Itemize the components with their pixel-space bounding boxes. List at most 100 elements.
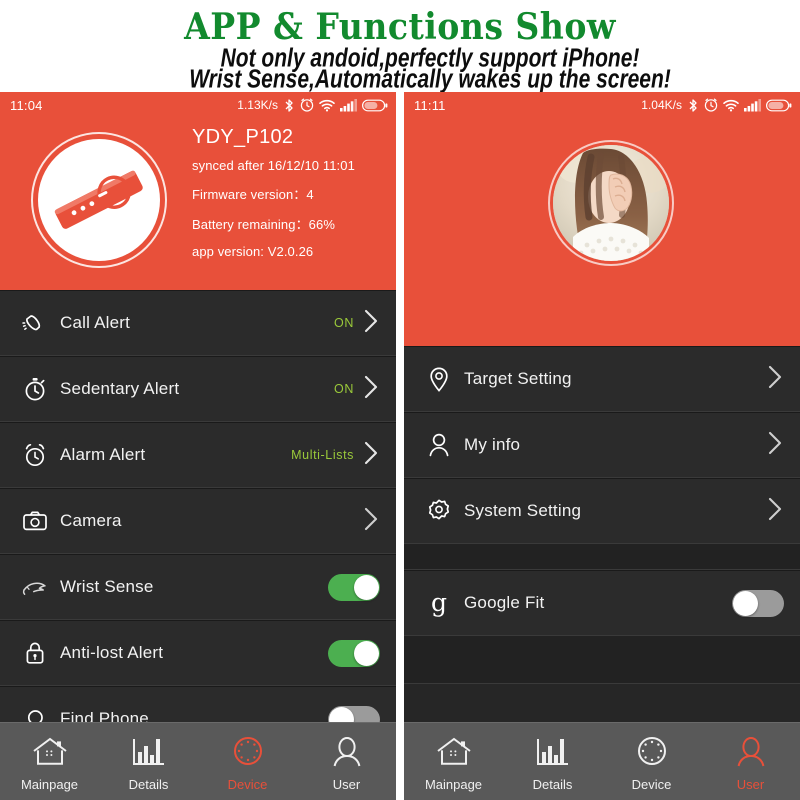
signal-icon (340, 98, 357, 112)
location-pin-icon (418, 366, 460, 393)
lock-icon (14, 640, 56, 666)
list-item-label: Anti-lost Alert (60, 643, 164, 662)
chart-icon (130, 736, 168, 772)
home-icon (434, 736, 474, 772)
list-bottom-gap (404, 636, 800, 684)
wrist-sense-toggle[interactable] (328, 573, 380, 601)
wristband-icon (31, 132, 167, 268)
screenshot-root: APP & Functions Show Not only andoid,per… (0, 0, 800, 800)
chevron-right-icon (363, 440, 380, 471)
list-item-label: My info (464, 435, 521, 454)
list-item-call-alert[interactable]: Call Alert ON (0, 290, 396, 356)
nav-item-label: Details (128, 776, 169, 792)
right-settings-list: Target Setting My info System Setting g … (404, 346, 800, 684)
user-icon (734, 736, 768, 772)
alarm-icon (300, 98, 314, 112)
nav-item-device[interactable]: Device (198, 723, 297, 800)
list-item-value: ON (334, 382, 354, 396)
chevron-right-icon (363, 308, 380, 339)
nav-item-details[interactable]: Details (99, 723, 198, 800)
google-fit-toggle[interactable] (732, 589, 784, 617)
status-time: 11:04 (10, 97, 43, 113)
list-item-google-fit[interactable]: g Google Fit (404, 570, 800, 636)
bluetooth-icon (688, 98, 699, 113)
list-item-wrist-sense[interactable]: Wrist Sense (0, 554, 396, 620)
status-data-rate: 1.13K/s (237, 98, 278, 112)
list-item-label: Sedentary Alert (60, 379, 180, 398)
list-item-label: Google Fit (464, 593, 545, 612)
user-icon (330, 736, 364, 772)
battery-icon (362, 99, 388, 112)
nav-item-device[interactable]: Device (602, 723, 701, 800)
device-app-version: app version: V2.0.26 (192, 244, 314, 259)
nav-item-label: Device (631, 776, 672, 792)
nav-item-label: Mainpage (20, 776, 79, 792)
list-item-system-setting[interactable]: System Setting (404, 478, 800, 544)
gear-icon (418, 498, 460, 524)
right-profile-header (404, 118, 800, 346)
list-item-label: System Setting (464, 501, 582, 520)
list-item-sedentary-alert[interactable]: Sedentary Alert ON (0, 356, 396, 422)
left-phone-screenshot: 11:04 1.13K/s YDY_P102 synced after 16/1… (0, 92, 396, 800)
list-item-camera[interactable]: Camera (0, 488, 396, 554)
nav-item-label: Device (227, 776, 268, 792)
banner-title: APP & Functions Show (184, 6, 616, 48)
nav-item-details[interactable]: Details (503, 723, 602, 800)
device-synced-time: synced after 16/12/10 11:01 (192, 158, 355, 173)
nav-item-user[interactable]: User (701, 723, 800, 800)
camera-icon (14, 510, 56, 532)
avatar[interactable] (548, 140, 674, 266)
right-bottom-nav: Mainpage Details Device User (404, 722, 800, 800)
google-fit-icon: g (418, 589, 460, 617)
list-item-label: Call Alert (60, 313, 131, 332)
left-bottom-nav: Mainpage Details Device User (0, 722, 396, 800)
list-item-target-setting[interactable]: Target Setting (404, 346, 800, 412)
list-item-value: Multi-Lists (291, 448, 354, 462)
left-device-header: YDY_P102 synced after 16/12/10 11:01 Fir… (0, 118, 396, 290)
right-phone-screenshot: 11:11 1.04K/s Target Setting My info Sys… (404, 92, 800, 800)
alarm-clock-icon (14, 442, 56, 468)
nav-item-mainpage[interactable]: Mainpage (0, 723, 99, 800)
stopwatch-icon (14, 376, 56, 402)
wifi-icon (723, 99, 739, 112)
chevron-right-icon (363, 374, 380, 405)
nav-item-user[interactable]: User (297, 723, 396, 800)
device-icon (230, 736, 266, 772)
device-name: YDY_P102 (192, 126, 294, 148)
chevron-right-icon (767, 430, 784, 461)
status-time: 11:11 (414, 97, 446, 113)
list-item-anti-lost-alert[interactable]: Anti-lost Alert (0, 620, 396, 686)
chevron-right-icon (767, 496, 784, 527)
nav-item-label: User (332, 776, 361, 792)
svg-text:g: g (431, 589, 447, 617)
device-firmware-version: Firmware version：4 (192, 187, 314, 202)
anti-lost-alert-toggle[interactable] (328, 639, 380, 667)
list-item-alarm-alert[interactable]: Alarm Alert Multi-Lists (0, 422, 396, 488)
chevron-right-icon (767, 364, 784, 395)
chevron-right-icon (363, 506, 380, 537)
person-icon (418, 432, 460, 458)
battery-icon (766, 99, 792, 112)
alarm-icon (704, 98, 718, 112)
wrist-sense-icon (14, 576, 56, 598)
nav-item-label: User (736, 776, 765, 792)
nav-item-label: Mainpage (424, 776, 483, 792)
bluetooth-icon (284, 98, 295, 113)
chart-icon (534, 736, 572, 772)
nav-item-mainpage[interactable]: Mainpage (404, 723, 503, 800)
list-item-my-info[interactable]: My info (404, 412, 800, 478)
list-item-label: Wrist Sense (60, 577, 154, 596)
left-settings-list: Call Alert ON Sedentary Alert ON Alarm A… (0, 290, 396, 752)
list-item-label: Camera (60, 511, 122, 530)
signal-icon (744, 98, 761, 112)
banner-subtitle-line2: Wrist Sense,Automatically wakes up the s… (189, 65, 671, 94)
list-item-label: Alarm Alert (60, 445, 146, 464)
home-icon (30, 736, 70, 772)
list-section-gap (404, 544, 800, 570)
phone-divider (396, 92, 404, 800)
wifi-icon (319, 99, 335, 112)
list-item-label: Target Setting (464, 369, 572, 388)
device-icon (634, 736, 670, 772)
device-battery-remaining: Battery remaining：66% (192, 217, 335, 232)
call-alert-icon (14, 311, 56, 335)
